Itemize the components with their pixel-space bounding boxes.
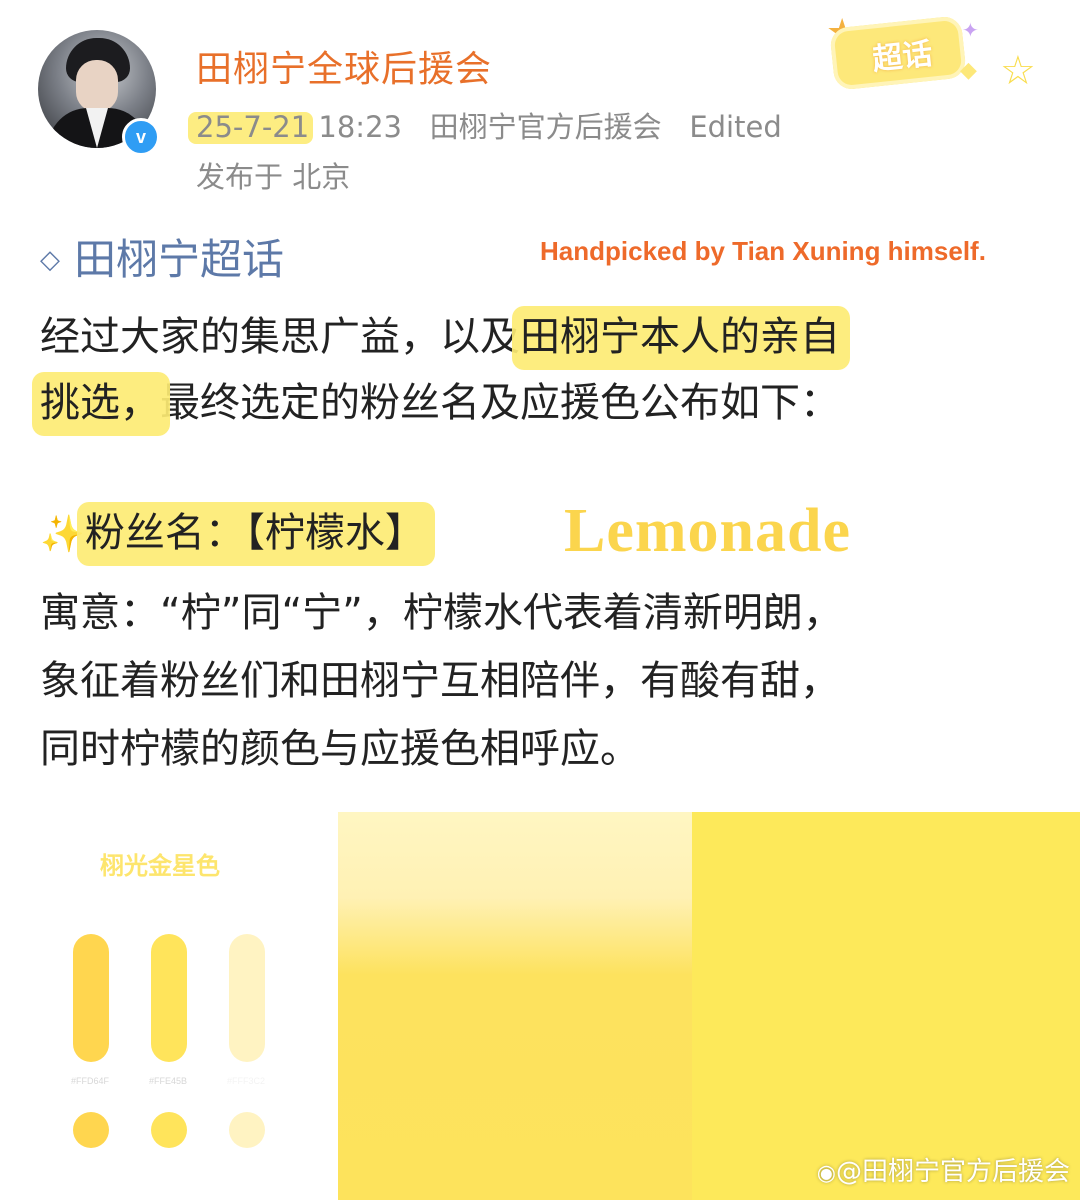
topic-link[interactable]: ◇ 田栩宁超话 bbox=[40, 226, 284, 287]
chaohua-badge-label: 超话 bbox=[870, 36, 935, 78]
body-text: 经过大家的集思广益，以及 bbox=[40, 314, 520, 360]
swatch-pill-1 bbox=[73, 934, 109, 1062]
weibo-logo-icon: ◉ bbox=[816, 1161, 836, 1186]
verified-badge-icon: v bbox=[122, 118, 160, 156]
swatch-pill-2 bbox=[151, 934, 187, 1062]
gradient-swatch bbox=[338, 812, 692, 1200]
post-meta: 25-7-21 18:23 田栩宁官方后援会 Edited bbox=[196, 104, 782, 146]
lemonade-text: Lemonade bbox=[564, 497, 851, 565]
weibo-post: v 田栩宁全球后援会 25-7-21 18:23 田栩宁官方后援会 Edited… bbox=[0, 0, 1080, 812]
post-date: 25-7-21 bbox=[196, 110, 310, 144]
body-line-1: 经过大家的集思广益，以及田栩宁本人的亲自 bbox=[40, 304, 840, 362]
swatch-code-3: #FFF3C2 bbox=[227, 1076, 266, 1086]
gem-icon: ◆ bbox=[960, 58, 977, 83]
annotation-text: Handpicked by Tian Xuning himself. bbox=[540, 236, 986, 266]
chaohua-badge-icon[interactable]: 超话 bbox=[829, 15, 967, 91]
meaning-line-2: 象征着粉丝们和田栩宁互相陪伴，有酸有甜， bbox=[40, 658, 840, 704]
post-location: 发布于 北京 bbox=[196, 160, 351, 194]
post-time: 18:23 bbox=[318, 110, 402, 144]
sparkle-icon: ✦ bbox=[962, 18, 979, 42]
diamond-topic-icon: ◇ bbox=[40, 245, 60, 275]
topic-label: 田栩宁超话 bbox=[74, 235, 285, 284]
meaning-line-3: 同时柠檬的颜色与应援色相呼应。 bbox=[40, 726, 640, 772]
edited-label[interactable]: Edited bbox=[689, 110, 781, 144]
color-palette-panel: 栩光金星色 #FFD64F #FFE45B #FFF3C2 bbox=[0, 812, 338, 1200]
star-icon: ☆ bbox=[1000, 48, 1036, 94]
highlight: 田栩宁本人的亲自 bbox=[520, 314, 840, 360]
swatch-dot-2 bbox=[151, 1112, 187, 1148]
avatar-face bbox=[76, 60, 118, 112]
swatch-dot-1 bbox=[73, 1112, 109, 1148]
swatch-dot-3 bbox=[229, 1112, 265, 1148]
meaning-line-1: 寓意：“柠”同“宁”，柠檬水代表着清新明朗， bbox=[40, 590, 843, 636]
highlight: 挑选， bbox=[40, 380, 160, 426]
fan-name-line: ✨粉丝名：【柠檬水】 bbox=[40, 500, 425, 558]
solid-swatch bbox=[692, 812, 1080, 1200]
watermark: ◉@田栩宁官方后援会 bbox=[817, 1151, 1070, 1188]
watermark-text: @田栩宁官方后援会 bbox=[835, 1157, 1070, 1187]
swatch-pill-3 bbox=[229, 934, 265, 1062]
swatch-code-1: #FFD64F bbox=[71, 1076, 110, 1086]
post-source[interactable]: 田栩宁官方后援会 bbox=[430, 110, 662, 144]
body-text: 最终选定的粉丝名及应援色公布如下： bbox=[160, 380, 840, 426]
swatch-code-2: #FFE45B bbox=[149, 1076, 188, 1086]
body-line-2: 挑选，最终选定的粉丝名及应援色公布如下： bbox=[40, 370, 840, 428]
fan-name-label: 粉丝名：【柠檬水】 bbox=[84, 510, 425, 556]
palette-title: 栩光金星色 bbox=[100, 852, 220, 880]
author-name[interactable]: 田栩宁全球后援会 bbox=[196, 40, 492, 92]
